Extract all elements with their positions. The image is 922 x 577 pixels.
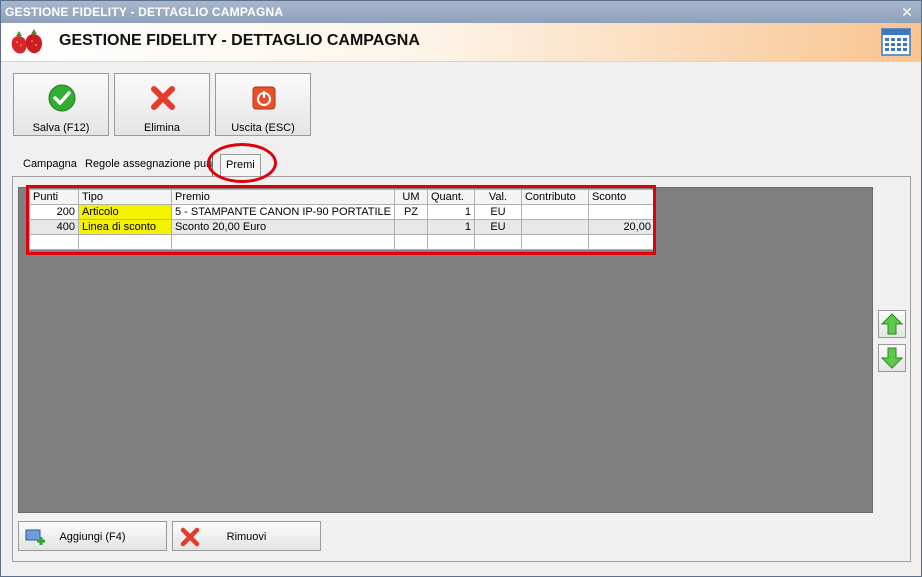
- save-button[interactable]: Salva (F12): [13, 73, 109, 136]
- cell-quant[interactable]: 1: [426, 204, 475, 220]
- col-quant[interactable]: Quant.: [426, 189, 475, 205]
- tab-premi[interactable]: Premi: [220, 154, 261, 176]
- col-tipo[interactable]: Tipo: [78, 189, 172, 205]
- cell-tipo[interactable]: Linea di sconto: [78, 219, 172, 235]
- power-icon: [252, 86, 276, 110]
- cell-empty[interactable]: [587, 234, 655, 250]
- cell-punti[interactable]: 400: [29, 219, 79, 235]
- cell-contributo[interactable]: [520, 204, 589, 220]
- col-val[interactable]: Val.: [473, 189, 522, 205]
- cell-empty[interactable]: [171, 234, 395, 250]
- delete-button[interactable]: Elimina: [114, 73, 210, 136]
- cell-punti[interactable]: 200: [29, 204, 79, 220]
- table-row[interactable]: 400 Linea di sconto Sconto 20,00 Euro 1 …: [29, 219, 655, 235]
- move-up-button[interactable]: [878, 310, 906, 338]
- premi-table: Punti Tipo Premio UM Quant. Val. Contrib…: [29, 189, 655, 250]
- cell-tipo[interactable]: Articolo: [78, 204, 172, 220]
- cell-sconto[interactable]: 20,00: [587, 219, 655, 235]
- save-button-label: Salva (F12): [32, 122, 90, 134]
- table-header-row: Punti Tipo Premio UM Quant. Val. Contrib…: [29, 189, 655, 205]
- cell-empty[interactable]: [520, 234, 589, 250]
- add-button[interactable]: Aggiungi (F4): [18, 521, 167, 551]
- cell-um[interactable]: [393, 219, 428, 235]
- red-x-icon: [151, 86, 175, 110]
- cell-sconto[interactable]: [587, 204, 655, 220]
- checkmark-icon: [48, 84, 76, 112]
- col-um[interactable]: UM: [393, 189, 428, 205]
- arrow-down-icon: [880, 347, 904, 369]
- strawberry-logo-icon: [11, 29, 42, 54]
- cell-premio[interactable]: 5 - STAMPANTE CANON IP-90 PORTATILE: [171, 204, 395, 220]
- main-window: GESTIONE FIDELITY - DETTAGLIO CAMPAGNA ✕…: [0, 0, 922, 577]
- cell-contributo[interactable]: [520, 219, 589, 235]
- col-sconto[interactable]: Sconto: [587, 189, 655, 205]
- delete-button-label: Elimina: [143, 122, 181, 134]
- add-button-label: Aggiungi (F4): [59, 531, 126, 543]
- col-contributo[interactable]: Contributo: [520, 189, 589, 205]
- remove-button[interactable]: Rimuovi: [172, 521, 321, 551]
- cell-val[interactable]: EU: [473, 204, 522, 220]
- col-premio[interactable]: Premio: [171, 189, 395, 205]
- cell-quant[interactable]: 1: [426, 219, 475, 235]
- cell-val[interactable]: EU: [473, 219, 522, 235]
- calendar-icon[interactable]: [881, 27, 911, 57]
- cell-empty[interactable]: [426, 234, 475, 250]
- exit-button-label: Uscita (ESC): [231, 122, 295, 134]
- tab-campagna[interactable]: Campagna: [18, 154, 83, 176]
- window-title: GESTIONE FIDELITY - DETTAGLIO CAMPAGNA: [5, 5, 284, 19]
- cell-empty[interactable]: [473, 234, 522, 250]
- exit-button[interactable]: Uscita (ESC): [215, 73, 311, 136]
- header-banner: GESTIONE FIDELITY - DETTAGLIO CAMPAGNA: [1, 23, 921, 62]
- cell-um[interactable]: PZ: [393, 204, 428, 220]
- cell-empty[interactable]: [29, 234, 79, 250]
- col-punti[interactable]: Punti: [29, 189, 79, 205]
- remove-button-label: Rimuovi: [226, 531, 267, 543]
- cell-empty[interactable]: [393, 234, 428, 250]
- table-row-empty[interactable]: [29, 234, 655, 250]
- cell-premio[interactable]: Sconto 20,00 Euro: [171, 219, 395, 235]
- arrow-up-icon: [880, 313, 904, 335]
- move-down-button[interactable]: [878, 344, 906, 372]
- table-row[interactable]: 200 Articolo 5 - STAMPANTE CANON IP-90 P…: [29, 204, 655, 220]
- title-bar: GESTIONE FIDELITY - DETTAGLIO CAMPAGNA ✕: [1, 1, 921, 23]
- cell-empty[interactable]: [78, 234, 172, 250]
- page-title: GESTIONE FIDELITY - DETTAGLIO CAMPAGNA: [59, 32, 420, 49]
- close-icon[interactable]: ✕: [899, 4, 915, 20]
- tab-regole[interactable]: Regole assegnazione punti: [80, 154, 213, 176]
